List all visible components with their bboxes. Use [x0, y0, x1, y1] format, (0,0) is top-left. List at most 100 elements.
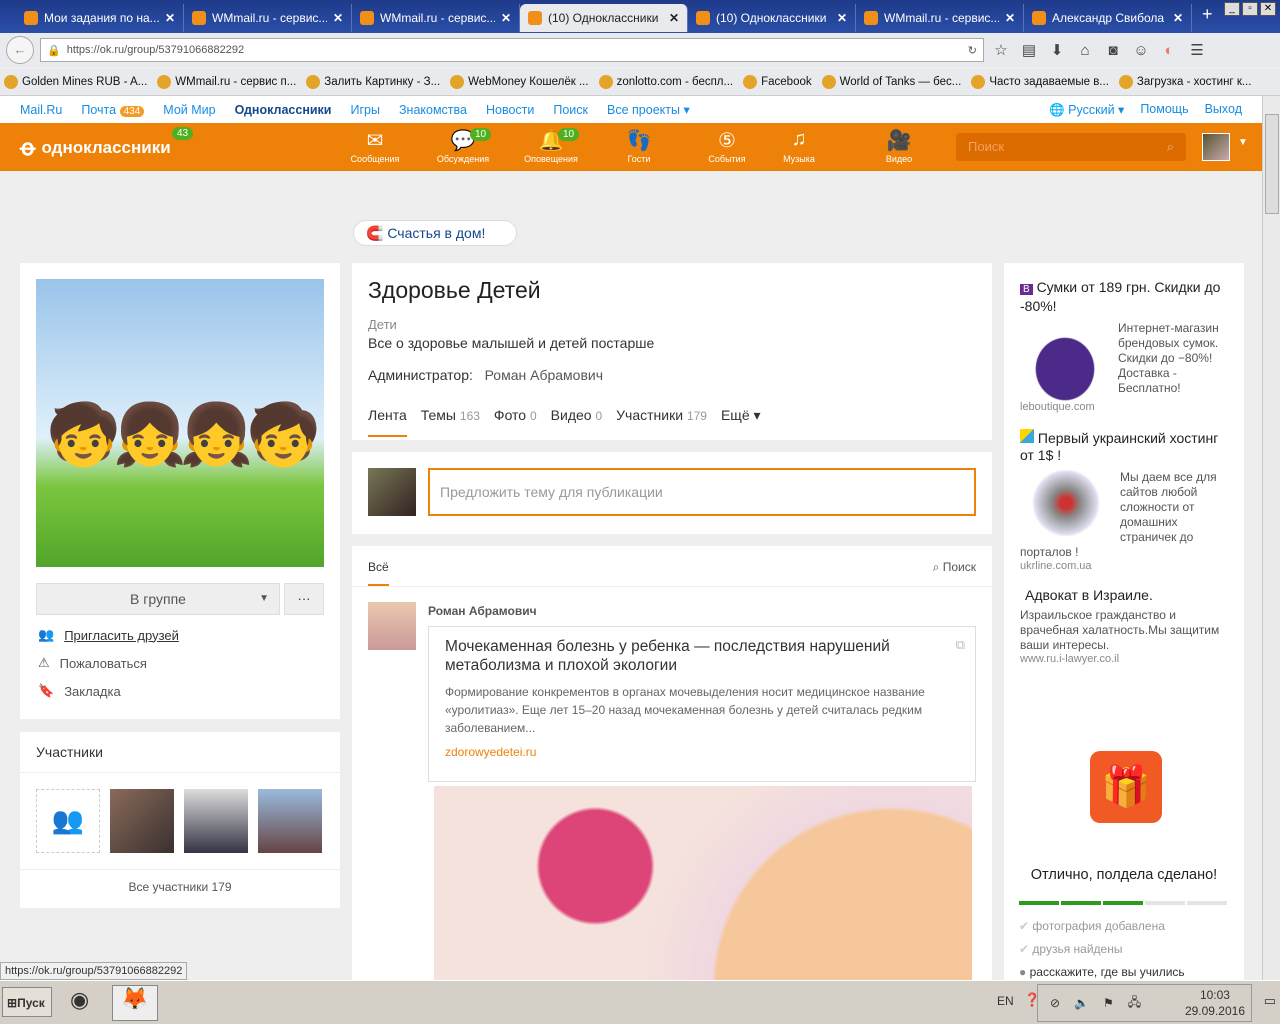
- group-tab[interactable]: Лента: [368, 407, 407, 437]
- post-link-card[interactable]: Мочекаменная болезнь у ребенка — последс…: [428, 626, 976, 782]
- chrome-taskbar-icon[interactable]: ◉: [70, 987, 102, 1017]
- download-icon[interactable]: ⬇: [1046, 41, 1068, 59]
- close-tab-icon[interactable]: ✕: [333, 11, 343, 25]
- ad-lawyer[interactable]: Адвокат в Израиле. Израильское гражданст…: [1020, 587, 1230, 665]
- new-tab-button[interactable]: +: [1192, 4, 1223, 33]
- group-tab[interactable]: Темы 163: [421, 407, 480, 437]
- nav-video[interactable]: 🎥 Видео: [864, 128, 934, 164]
- member-avatar[interactable]: [184, 789, 248, 853]
- external-link-icon[interactable]: ⧉: [956, 637, 965, 653]
- close-tab-icon[interactable]: ✕: [501, 11, 511, 25]
- bookmark-item[interactable]: WMmail.ru - сервис п...: [157, 75, 296, 89]
- feed-filter-all[interactable]: Всё: [368, 560, 389, 586]
- close-tab-icon[interactable]: ✕: [165, 11, 175, 25]
- show-desktop-icon[interactable]: ▭: [1264, 993, 1276, 1009]
- address-bar[interactable]: 🔒 https://ok.ru/group/53791066882292 ↻: [40, 38, 984, 62]
- chevron-down-icon[interactable]: ▼: [1238, 137, 1248, 148]
- mailru-link[interactable]: Mail.Ru: [20, 103, 62, 117]
- bookmark-item[interactable]: Загрузка - хостинг к...: [1118, 75, 1251, 89]
- bookmark-item[interactable]: zonlotto.com - беспл...: [598, 75, 733, 89]
- admin-link[interactable]: Роман Абрамович: [485, 367, 603, 383]
- post-author[interactable]: Роман Абрамович: [428, 604, 537, 618]
- nav-footprints[interactable]: 👣 Гости: [604, 128, 674, 164]
- browser-tab[interactable]: (10) Одноклассники ✕: [688, 4, 856, 32]
- bookmark[interactable]: 🔖 Закладка: [38, 683, 179, 699]
- clock[interactable]: 10:03 29.09.2016: [1185, 987, 1251, 1019]
- pocket-icon[interactable]: ◙: [1102, 42, 1124, 59]
- minimize-button[interactable]: _: [1224, 2, 1240, 16]
- nav-events[interactable]: ⑤ События: [692, 128, 762, 164]
- smiley-icon[interactable]: ☺: [1130, 42, 1152, 59]
- nav-music[interactable]: ♫ Музыка: [764, 128, 834, 164]
- bookmark-item[interactable]: World of Tanks — бес...: [821, 75, 961, 89]
- all-projects-link[interactable]: Все проекты ▾: [607, 102, 690, 117]
- reload-icon[interactable]: ↻: [968, 44, 977, 57]
- nav-envelope[interactable]: ✉ Сообщения: [340, 128, 410, 164]
- close-tab-icon[interactable]: ✕: [1005, 11, 1015, 25]
- browser-tab[interactable]: WMmail.ru - сервис... ✕: [352, 4, 520, 32]
- browser-tab[interactable]: (10) Одноклассники ✕: [520, 4, 688, 32]
- restore-button[interactable]: ▫: [1242, 2, 1258, 16]
- group-tab[interactable]: Ещё ▾: [721, 407, 761, 437]
- group-tab[interactable]: Фото 0: [494, 407, 537, 437]
- kidney-illustration[interactable]: [434, 786, 972, 986]
- browser-tab[interactable]: Александр Свибола ✕: [1024, 4, 1192, 32]
- start-button[interactable]: ⊞Пуск: [2, 987, 52, 1017]
- all-members-link[interactable]: Все участники 179: [20, 869, 340, 904]
- star-icon[interactable]: ☆: [990, 41, 1012, 59]
- help-link[interactable]: Помощь: [1140, 102, 1188, 118]
- group-avatar[interactable]: 🧒👧👧🧒: [36, 279, 324, 567]
- bookmark-item[interactable]: Залить Картинку - З...: [306, 75, 440, 89]
- suggest-topic-input[interactable]: Предложить тему для публикации: [428, 468, 976, 516]
- author-avatar[interactable]: [368, 602, 416, 650]
- search-link[interactable]: Поиск: [553, 103, 588, 117]
- bookmark-item[interactable]: Часто задаваемые в...: [971, 75, 1109, 89]
- close-window-button[interactable]: ✕: [1260, 2, 1276, 16]
- ad-hosting[interactable]: Первый украинский хостинг от 1$ ! Мы дае…: [1020, 429, 1230, 572]
- games-link[interactable]: Игры: [351, 103, 380, 117]
- nav-bell[interactable]: 🔔 Оповещения 10: [516, 128, 586, 164]
- browser-tab[interactable]: WMmail.ru - сервис... ✕: [184, 4, 352, 32]
- feed-search[interactable]: ⌕ Поиск: [933, 560, 976, 575]
- group-tab[interactable]: Участники 179: [616, 407, 707, 437]
- post-source-link[interactable]: zdorowyedetei.ru: [445, 745, 959, 759]
- language-select[interactable]: 🌐 Русский ▾: [1049, 102, 1124, 118]
- member-avatar[interactable]: [258, 789, 322, 853]
- header-search-input[interactable]: Поиск ⌕: [956, 133, 1186, 161]
- post-title[interactable]: Мочекаменная болезнь у ребенка — последс…: [445, 637, 959, 675]
- mymir-link[interactable]: Мой Мир: [163, 103, 215, 117]
- mail-link[interactable]: Почта 434: [81, 103, 145, 117]
- page-scrollbar[interactable]: [1262, 96, 1280, 980]
- exit-link[interactable]: Выход: [1205, 102, 1242, 118]
- close-tab-icon[interactable]: ✕: [669, 11, 679, 25]
- member-avatar[interactable]: [110, 789, 174, 853]
- close-tab-icon[interactable]: ✕: [1173, 11, 1183, 25]
- language-indicator[interactable]: EN: [997, 994, 1014, 1008]
- bookmark-item[interactable]: WebMoney Кошелёк ...: [450, 75, 589, 89]
- group-category[interactable]: Дети: [368, 317, 397, 332]
- back-button[interactable]: ←: [6, 36, 34, 64]
- report[interactable]: ⚠ Пожаловаться: [38, 655, 179, 671]
- invite-friends[interactable]: 👥 Пригласить друзей: [38, 627, 179, 643]
- more-button[interactable]: ···: [284, 583, 324, 615]
- ok-logo[interactable]: ꝋ одноклассники: [20, 135, 171, 161]
- dating-link[interactable]: Знакомства: [399, 103, 467, 117]
- menu-icon[interactable]: ☰: [1186, 41, 1208, 59]
- extension-icon[interactable]: ◐: [1158, 42, 1180, 59]
- home-icon[interactable]: ⌂: [1074, 42, 1096, 59]
- bookmark-item[interactable]: Facebook: [743, 75, 812, 89]
- news-link[interactable]: Новости: [486, 103, 534, 117]
- browser-tab[interactable]: Мои задания по на... ✕: [16, 4, 184, 32]
- firefox-taskbar-icon[interactable]: 🦊: [112, 985, 158, 1021]
- reading-list-icon[interactable]: ▤: [1018, 41, 1040, 59]
- ok-link[interactable]: Одноклассники: [235, 103, 332, 117]
- promo-button[interactable]: 🧲 Счастья в дом!: [353, 220, 517, 246]
- membership-button[interactable]: В группе ▼: [36, 583, 280, 615]
- close-tab-icon[interactable]: ✕: [837, 11, 847, 25]
- bookmark-item[interactable]: Golden Mines RUB - A...: [4, 75, 147, 89]
- ad-bags[interactable]: В Сумки от 189 грн. Скидки до -80%! Инте…: [1020, 279, 1230, 413]
- browser-tab[interactable]: WMmail.ru - сервис... ✕: [856, 4, 1024, 32]
- group-tab[interactable]: Видео 0: [551, 407, 602, 437]
- invite-member-button[interactable]: 👥: [36, 789, 100, 853]
- user-avatar[interactable]: [1202, 133, 1230, 161]
